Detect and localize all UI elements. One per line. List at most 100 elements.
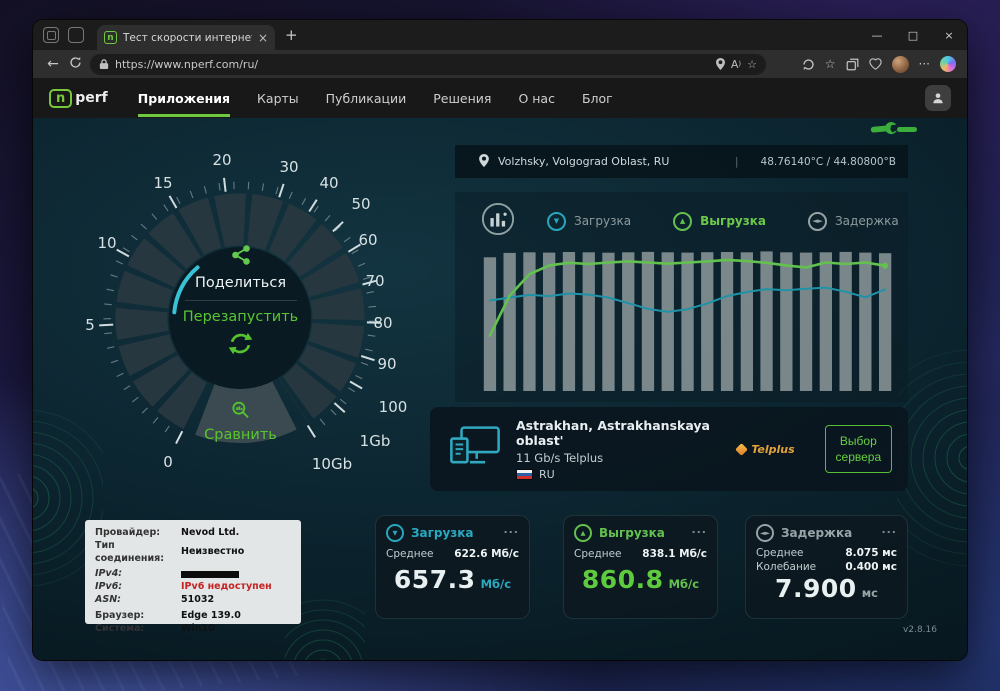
gauge-scale-label: 10 [97, 234, 117, 252]
latency-icon: ◄► [756, 524, 774, 542]
tab-strip: n Тест скорости интернета: тести… × + — … [33, 20, 967, 50]
minimize-button[interactable]: — [859, 20, 895, 50]
choose-server-button[interactable]: Выбор сервера [824, 424, 892, 474]
nav-item-apps[interactable]: Приложения [137, 87, 231, 117]
window-controls: — □ × [859, 20, 967, 50]
ru-flag [516, 468, 533, 480]
tab-title: Тест скорости интернета: тести… [123, 31, 252, 44]
compare-icon [229, 399, 253, 425]
legend-download[interactable]: ▼ Загрузка [547, 211, 631, 231]
restart-icon[interactable] [227, 330, 254, 361]
operator-logo: Telplus [735, 443, 795, 456]
location-separator: | [734, 155, 739, 168]
desktop-wallpaper: n Тест скорости интернета: тести… × + — … [0, 0, 1000, 691]
favorites-icon[interactable]: ☆ [825, 57, 836, 71]
reload-button[interactable] [64, 56, 86, 73]
chart-legend: ▼ Загрузка ▲ Выгрузка ◄► Задержка [547, 211, 899, 231]
legend-latency[interactable]: ◄► Задержка [807, 211, 899, 231]
maximize-button[interactable]: □ [895, 20, 931, 50]
gauge-scale-label: 1Gb [359, 432, 391, 450]
copilot-icon[interactable] [940, 56, 956, 72]
gauge-scale-label: 5 [85, 316, 95, 334]
server-country: RU [516, 468, 723, 481]
download-result-card: ▼ Загрузка ... Среднее 622.6 Мб/с 657.3 М… [375, 515, 530, 619]
browser-window: n Тест скорости интернета: тести… × + — … [33, 20, 967, 660]
compare-button[interactable]: Сравнить [204, 399, 277, 443]
nperf-logo-mark: n [49, 88, 73, 108]
card-menu-icon[interactable]: ... [503, 523, 519, 536]
site-header: n perf Приложения Карты Публикации Решен… [33, 78, 967, 118]
asn-value: 51032 [181, 593, 215, 605]
os-value: Win10 [181, 622, 215, 634]
location-bar: Volzhsky, Volgograd Oblast, RU | 48.7614… [455, 145, 908, 178]
gauge-center: Поделиться Перезапустить [166, 244, 316, 361]
geolocation-icon[interactable] [715, 58, 725, 70]
browser-essentials-icon[interactable] [868, 58, 882, 70]
browser-value: Edge 139.0 [181, 609, 241, 621]
settings-menu-icon[interactable]: ··· [919, 57, 930, 71]
upload-value: 860.8 [581, 565, 664, 594]
speed-chart [483, 251, 892, 391]
nav-item-publications[interactable]: Публикации [326, 87, 407, 110]
nperf-logo[interactable]: n perf [49, 88, 108, 108]
gauge-scale-label: 30 [279, 158, 299, 176]
new-tab-button[interactable]: + [285, 26, 298, 44]
url-text[interactable]: https://www.nperf.com/ru/ [115, 58, 710, 71]
connection-type-value: Неизвестно [181, 546, 245, 558]
workspaces-icon[interactable] [68, 27, 84, 43]
card-menu-icon[interactable]: ... [881, 523, 897, 536]
pin-icon [479, 153, 489, 170]
account-icon[interactable] [925, 85, 951, 111]
card-menu-icon[interactable]: ... [691, 523, 707, 536]
gauge-scale-label: 40 [319, 174, 339, 192]
nperf-favicon: n [104, 31, 117, 44]
download-icon: ▼ [547, 211, 566, 231]
nav-item-solutions[interactable]: Решения [433, 87, 491, 110]
speed-gauge: 0 5 10 15 20 30 40 50 60 70 80 90 100 1G… [63, 138, 418, 493]
version-label: v2.8.16 [903, 625, 937, 635]
gauge-scale-label: 10Gb [311, 455, 353, 473]
gauge-scale-label: 0 [163, 453, 173, 471]
restart-button[interactable]: Перезапустить [183, 309, 298, 325]
read-aloud-icon[interactable]: A) [731, 58, 741, 71]
nav-item-about[interactable]: О нас [518, 87, 555, 110]
compare-label: Сравнить [204, 427, 277, 443]
upload-result-card: ▲ Выгрузка ... Среднее 838.1 Мб/с 860.8 М… [563, 515, 718, 619]
gauge-scale-label: 15 [153, 174, 173, 192]
address-bar[interactable]: https://www.nperf.com/ru/ A) ☆ [90, 53, 766, 75]
chart-panel: ▼ Загрузка ▲ Выгрузка ◄► Задержка [455, 192, 908, 402]
tab-close-icon[interactable]: × [258, 31, 268, 45]
chart-type-icon[interactable] [481, 202, 515, 240]
download-icon: ▼ [386, 524, 404, 542]
back-button[interactable]: ← [42, 56, 64, 72]
gauge-scale-label: 50 [351, 195, 371, 213]
legend-upload[interactable]: ▲ Выгрузка [673, 211, 766, 231]
gauge-scale-label: 70 [365, 272, 385, 290]
collections-icon[interactable] [846, 58, 859, 71]
latency-icon: ◄► [807, 211, 827, 231]
history-sync-icon[interactable] [802, 58, 815, 71]
gauge-scale-label: 90 [377, 355, 397, 373]
server-bandwidth: 11 Gb/s Telplus [516, 450, 604, 465]
upload-icon: ▲ [673, 211, 693, 231]
nperf-logo-text: perf [75, 90, 108, 106]
settings-wrench-icon[interactable] [867, 118, 921, 152]
share-icon[interactable] [230, 244, 252, 270]
connection-info-panel: Провайдер: Nevod Ltd. Тип соединения: Неиз… [85, 520, 301, 634]
add-favorite-icon[interactable]: ☆ [747, 58, 757, 71]
location-text: Volzhsky, Volgograd Oblast, RU [498, 155, 670, 168]
main-nav: Приложения Карты Публикации Решения О на… [137, 87, 613, 117]
nav-item-maps[interactable]: Карты [257, 87, 299, 110]
browser-tab[interactable]: n Тест скорости интернета: тести… × [97, 25, 275, 50]
redacted-ipv4 [181, 571, 239, 579]
tab-actions-icon[interactable] [43, 27, 59, 43]
coordinates-text: 48.76140°С / 44.80800°В [760, 155, 896, 168]
upload-icon: ▲ [574, 524, 592, 542]
nav-item-blog[interactable]: Блог [582, 87, 613, 110]
provider-value: Nevod Ltd. [181, 527, 240, 538]
chart-header: ▼ Загрузка ▲ Выгрузка ◄► Задержка [455, 192, 908, 240]
profile-avatar[interactable] [891, 55, 909, 73]
close-button[interactable]: × [931, 20, 967, 50]
share-button[interactable]: Поделиться [195, 275, 286, 291]
gauge-scale-label: 20 [212, 151, 232, 169]
